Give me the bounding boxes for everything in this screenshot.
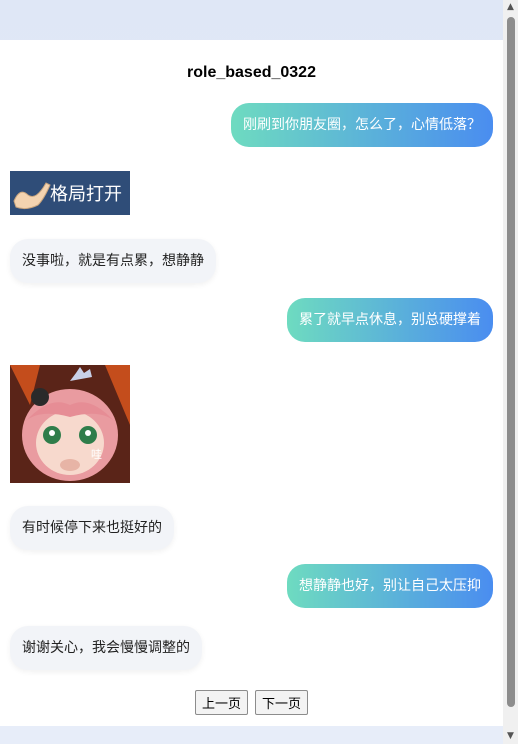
page-title: role_based_0322 [187, 64, 316, 81]
bot-message: 没事啦，就是有点累，想静静 [10, 239, 216, 283]
bot-message: 有时候停下来也挺好的 [10, 506, 174, 550]
sticker-image: 格局打开 [10, 171, 130, 215]
anime-girl-icon [10, 365, 130, 483]
user-message: 累了就早点休息，别总硬撑着 [287, 298, 493, 342]
scroll-thumb[interactable] [507, 17, 515, 707]
prev-page-button[interactable]: 上一页 [194, 690, 248, 715]
pagination: 上一页 下一页 [0, 690, 503, 715]
bot-message: 谢谢关心，我会慢慢调整的 [10, 626, 202, 670]
sticker-caption: 哇 [91, 448, 102, 461]
sticker-caption: 格局打开 [50, 184, 122, 205]
chat-page: role_based_0322 刚刷到你朋友圈，怎么了，心情低落？ 格局打开 没… [0, 40, 503, 726]
user-message: 想静静也好，别让自己太压抑 [287, 564, 493, 608]
scroll-down-icon[interactable]: ▼ [503, 729, 518, 744]
sticker-image: 哇 [10, 365, 130, 483]
user-message: 刚刷到你朋友圈，怎么了，心情低落？ [231, 103, 493, 147]
next-page-button[interactable]: 下一页 [255, 690, 309, 715]
scroll-up-icon[interactable]: ▲ [503, 0, 518, 15]
vertical-scrollbar[interactable]: ▲ ▼ [503, 0, 518, 744]
